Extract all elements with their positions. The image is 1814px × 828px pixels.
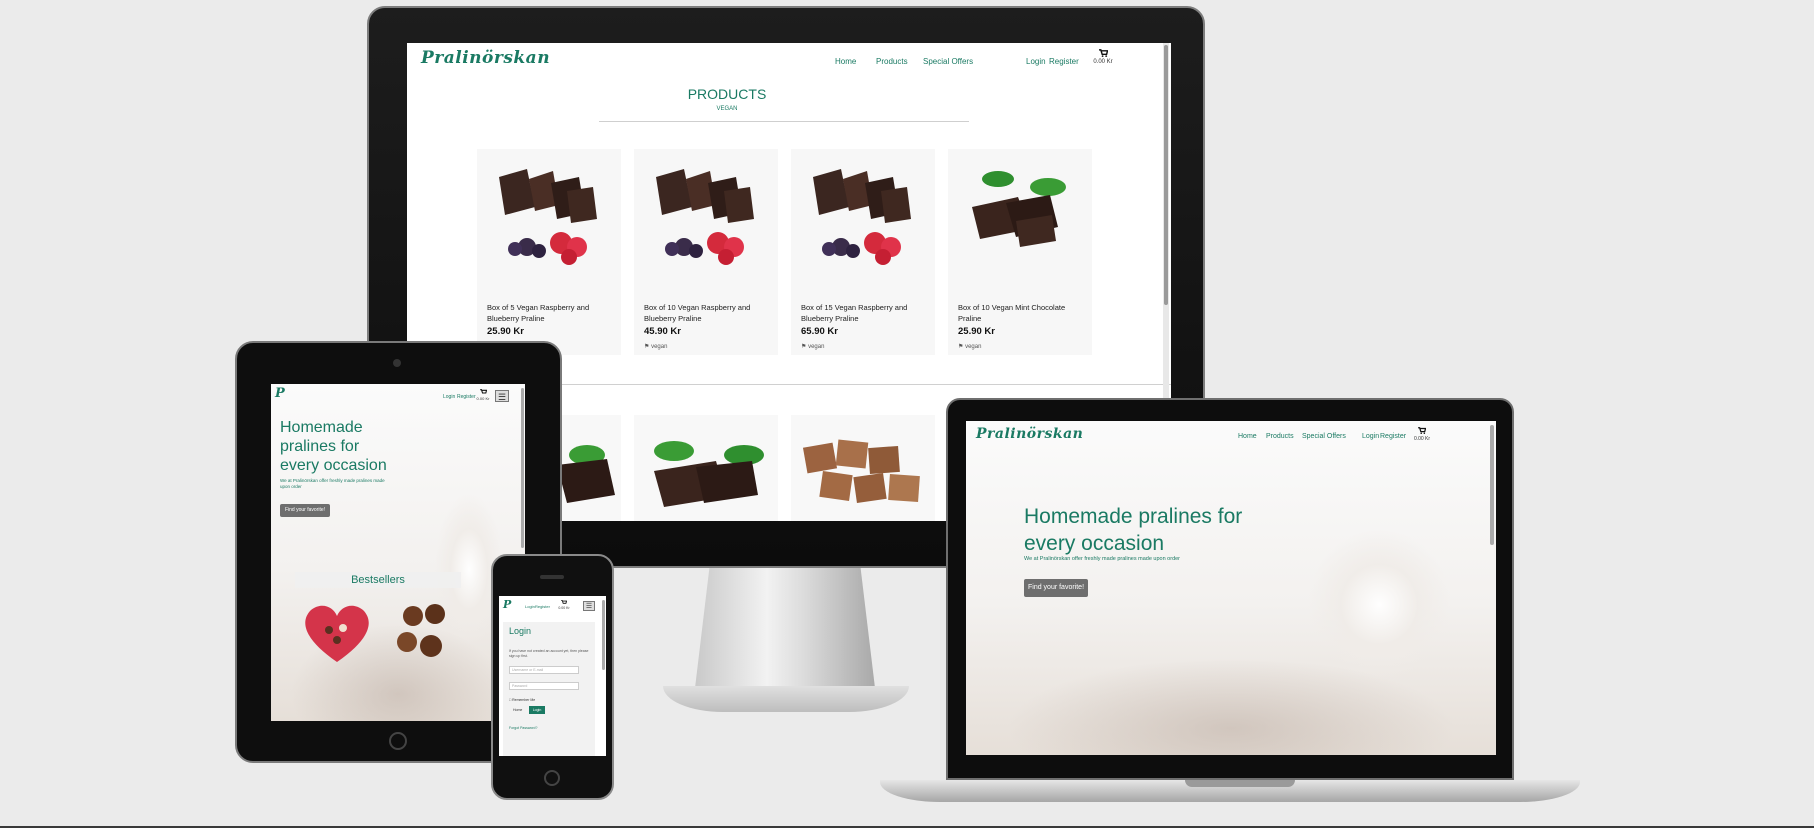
hero-subtitle: We at Pralinörskan offer freshly made pr… <box>1024 556 1181 562</box>
cart-icon <box>479 389 487 394</box>
phone-home-button[interactable] <box>544 770 560 786</box>
find-favorite-button[interactable]: Find your favorite! <box>280 504 330 517</box>
laptop-notch <box>1185 780 1295 787</box>
heart-box-image <box>305 605 369 662</box>
tag-icon: ⚑ <box>801 344 807 350</box>
nav-special-offers[interactable]: Special Offers <box>1302 433 1346 440</box>
page-title: PRODUCTS <box>687 86 767 102</box>
nav-special-offers[interactable]: Special Offers <box>923 57 973 66</box>
brand-logo[interactable]: P <box>275 386 285 401</box>
product-card[interactable]: Box of 10 Vegan Mint Chocolate Praline 2… <box>948 149 1092 355</box>
nav-register[interactable]: Register <box>1049 57 1079 66</box>
laptop-screen: Pralinörskan Home Products Special Offer… <box>966 421 1496 755</box>
scrollbar-thumb[interactable] <box>1164 45 1168 305</box>
login-intro: If you have not created an account yet, … <box>509 649 589 658</box>
truffles-image <box>397 604 445 657</box>
login-title: Login <box>509 626 532 636</box>
product-card[interactable]: Box of 5 Vegan Raspberry and Blueberry P… <box>477 149 621 355</box>
cart-link[interactable]: 0.00 Kr <box>557 600 571 610</box>
divider <box>599 121 969 122</box>
nav-products[interactable]: Products <box>876 57 908 66</box>
forgot-password-link[interactable]: Forgot Password? <box>509 726 537 730</box>
cart-icon <box>1098 49 1108 57</box>
hamburger-icon[interactable]: ☰ <box>583 601 595 611</box>
hero-title: Homemade pralines for every occasion <box>280 419 387 474</box>
username-input[interactable]: Username or E-mail <box>509 666 579 674</box>
cart-link[interactable]: 0.00 Kr <box>1412 427 1432 442</box>
product-price: 45.90 Kr <box>644 326 681 337</box>
password-input[interactable]: Password <box>509 682 579 690</box>
scrollbar-thumb[interactable] <box>521 388 524 548</box>
nav-home[interactable]: Home <box>835 57 856 66</box>
remember-me[interactable]: □ Remember Me <box>509 698 535 702</box>
cart-link[interactable]: 0.00 Kr <box>475 389 491 401</box>
phone-speaker <box>540 575 564 579</box>
product-tag: ⚑ vegan <box>801 344 825 350</box>
tag-icon: ⚑ <box>644 344 650 350</box>
nav-register[interactable]: Register <box>1380 433 1406 440</box>
nav-login[interactable]: Login <box>443 394 455 400</box>
cart-total: 0.00 Kr <box>558 606 570 610</box>
nav-register[interactable]: Register <box>457 394 476 400</box>
nav-login[interactable]: Login <box>525 604 535 609</box>
brand-logo[interactable]: Pralinörskan <box>421 48 550 68</box>
product-card[interactable]: Box of 15 Vegan Raspberry and Blueberry … <box>791 149 935 355</box>
brand-logo[interactable]: Pralinörskan <box>976 426 1083 442</box>
nav-register[interactable]: Register <box>535 604 550 609</box>
cart-link[interactable]: 0.00 Kr <box>1092 49 1114 65</box>
product-price: 65.90 Kr <box>801 326 838 337</box>
nav-products[interactable]: Products <box>1266 433 1294 440</box>
find-favorite-button[interactable]: Find your favorite! <box>1024 579 1088 597</box>
nav-login[interactable]: Login <box>1362 433 1379 440</box>
product-price: 25.90 Kr <box>958 326 995 337</box>
product-card[interactable] <box>791 415 935 521</box>
product-tag: ⚑ vegan <box>958 344 982 350</box>
nav-login[interactable]: Login <box>1026 57 1046 66</box>
tablet-home-button[interactable] <box>389 732 407 750</box>
imac-base <box>663 686 909 712</box>
scrollbar-thumb[interactable] <box>1490 425 1494 545</box>
product-tag: ⚑ vegan <box>644 344 668 350</box>
home-button[interactable]: Home <box>513 708 522 712</box>
product-card[interactable]: Box of 10 Vegan Raspberry and Blueberry … <box>634 149 778 355</box>
cart-total: 0.00 Kr <box>1413 436 1431 442</box>
page-subtitle: VEGAN <box>716 106 738 112</box>
product-name[interactable]: Box of 15 Vegan Raspberry and Blueberry … <box>801 302 929 324</box>
product-image <box>802 439 920 503</box>
bestseller-image[interactable] <box>383 592 463 668</box>
brand-logo[interactable]: P <box>503 598 512 611</box>
hero-subtitle: We at Pralinörskan offer freshly made pr… <box>280 478 385 489</box>
product-image <box>654 441 764 507</box>
cart-total: 0.00 Kr <box>1093 59 1113 65</box>
nav-home[interactable]: Home <box>1238 433 1257 440</box>
product-name[interactable]: Box of 10 Vegan Raspberry and Blueberry … <box>644 302 772 324</box>
hero-title: Homemade pralines for every occasion <box>1024 505 1243 555</box>
product-image <box>813 169 911 265</box>
phone-screen: P Login Register 0.00 Kr ☰ Login If you … <box>499 596 606 756</box>
bestseller-image[interactable] <box>295 592 379 668</box>
imac-stand <box>695 568 875 688</box>
product-price: 25.90 Kr <box>487 326 524 337</box>
scrollbar-thumb[interactable] <box>602 600 605 670</box>
cart-total: 0.00 Kr <box>476 396 490 401</box>
login-button[interactable]: Login <box>529 706 545 714</box>
tablet-screen: P Login Register 0.00 Kr ☰ Homemade pral… <box>271 384 525 721</box>
hamburger-icon[interactable]: ☰ <box>495 390 509 402</box>
product-card[interactable] <box>634 415 778 521</box>
cart-icon <box>561 600 568 604</box>
product-image <box>499 169 597 265</box>
tablet-camera <box>393 359 401 367</box>
bestsellers-heading: Bestsellers <box>295 572 461 588</box>
product-name[interactable]: Box of 5 Vegan Raspberry and Blueberry P… <box>487 302 615 324</box>
product-image <box>656 169 754 265</box>
login-card: Login If you have not created an account… <box>503 622 595 756</box>
product-image <box>972 171 1066 247</box>
tag-icon: ⚑ <box>958 344 964 350</box>
product-name[interactable]: Box of 10 Vegan Mint Chocolate Praline <box>958 302 1086 324</box>
cart-icon <box>1418 427 1427 434</box>
